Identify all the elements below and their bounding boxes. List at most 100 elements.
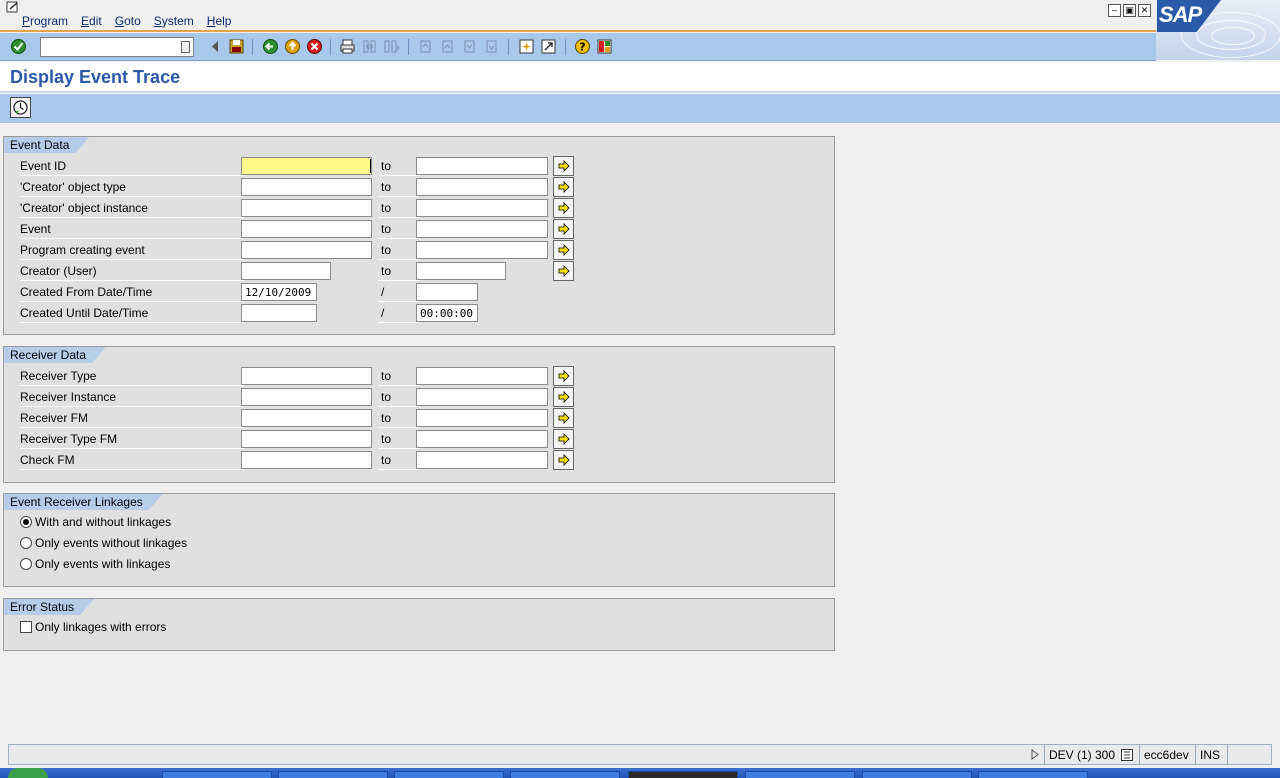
menu-help[interactable]: Help	[207, 14, 232, 28]
taskbar-item[interactable]	[510, 771, 620, 778]
receiver-fm-to-input[interactable]	[416, 409, 548, 427]
sap-logo: SAP	[1156, 0, 1280, 60]
multiple-selection-button[interactable]	[553, 261, 574, 281]
receiver-type-row: Receiver Type to	[20, 366, 580, 386]
created-from-time-input[interactable]	[416, 283, 478, 301]
event-id-from-input[interactable]	[241, 157, 372, 175]
close-icon[interactable]: ✕	[1138, 4, 1151, 17]
multiple-selection-button[interactable]	[553, 177, 574, 197]
create-session-icon[interactable]	[518, 38, 535, 55]
error-status-title: Error Status	[4, 599, 94, 615]
creator-object-type-to-input[interactable]	[416, 178, 548, 196]
receiver-type-to-input[interactable]	[416, 367, 548, 385]
created-until-time-input[interactable]: 00:00:00	[416, 304, 478, 322]
receiver-instance-from-input[interactable]	[241, 388, 372, 406]
last-page-icon[interactable]	[483, 38, 500, 55]
menu-program[interactable]: Program	[22, 14, 68, 28]
only-errors-checkbox[interactable]	[20, 621, 32, 633]
help-icon[interactable]: ?	[574, 38, 591, 55]
check-fm-to-input[interactable]	[416, 451, 548, 469]
arrow-right-icon	[558, 370, 570, 382]
multiple-selection-button[interactable]	[553, 156, 574, 176]
creator-object-type-from-input[interactable]	[241, 178, 372, 196]
radio-label: Only events without linkages	[35, 536, 188, 550]
check-fm-from-input[interactable]	[241, 451, 372, 469]
save-icon[interactable]	[228, 38, 245, 55]
print-icon[interactable]	[339, 38, 356, 55]
menu-goto[interactable]: Goto	[115, 14, 141, 28]
created-until-date-input[interactable]	[241, 304, 317, 322]
taskbar-item[interactable]	[162, 771, 272, 778]
taskbar-item[interactable]	[278, 771, 388, 778]
multiple-selection-button[interactable]	[553, 240, 574, 260]
taskbar-item[interactable]	[862, 771, 972, 778]
exit-icon[interactable]	[284, 38, 301, 55]
radio-button[interactable]	[20, 537, 32, 549]
taskbar-item[interactable]	[978, 771, 1088, 778]
to-label: to	[378, 261, 420, 281]
to-label: to	[378, 198, 420, 218]
creator-object-instance-from-input[interactable]	[241, 199, 372, 217]
taskbar-item-active[interactable]	[628, 771, 738, 778]
next-page-icon[interactable]	[461, 38, 478, 55]
system-menu-icon[interactable]	[6, 1, 20, 13]
receiver-fm-from-input[interactable]	[241, 409, 372, 427]
status-expand-icon[interactable]	[1030, 749, 1040, 760]
collapse-left-icon[interactable]	[207, 38, 224, 55]
event-from-input[interactable]	[241, 220, 372, 238]
receiver-data-group: Receiver Data Receiver Type to Receiver …	[3, 346, 835, 483]
program-creating-event-from-input[interactable]	[241, 241, 372, 259]
command-field[interactable]	[40, 37, 194, 57]
system-list-icon[interactable]	[1121, 749, 1133, 761]
menu-bar: Program Edit Goto System Help – ▣ ✕	[0, 0, 1280, 32]
slash-label: /	[378, 282, 420, 302]
receiver-type-fm-from-input[interactable]	[241, 430, 372, 448]
standard-toolbar: ?	[0, 33, 1156, 61]
execute-clock-icon	[13, 100, 28, 115]
multiple-selection-button[interactable]	[553, 450, 574, 470]
program-creating-event-to-input[interactable]	[416, 241, 548, 259]
back-icon[interactable]	[262, 38, 279, 55]
event-id-to-input[interactable]	[416, 157, 548, 175]
event-id-row: Event ID to	[20, 156, 580, 176]
multiple-selection-button[interactable]	[553, 219, 574, 239]
menu-system[interactable]: System	[154, 14, 194, 28]
enter-checkmark-icon[interactable]	[10, 38, 27, 55]
shortcut-icon[interactable]	[540, 38, 557, 55]
minimize-icon[interactable]: –	[1108, 4, 1121, 17]
to-label: to	[378, 366, 420, 386]
start-button[interactable]	[8, 768, 48, 778]
multiple-selection-button[interactable]	[553, 429, 574, 449]
taskbar-item[interactable]	[394, 771, 504, 778]
creator-object-instance-label: 'Creator' object instance	[20, 198, 244, 218]
first-page-icon[interactable]	[417, 38, 434, 55]
radio-button[interactable]	[20, 516, 32, 528]
multiple-selection-button[interactable]	[553, 387, 574, 407]
event-to-input[interactable]	[416, 220, 548, 238]
find-next-icon[interactable]	[383, 38, 400, 55]
receiver-type-fm-to-input[interactable]	[416, 430, 548, 448]
execute-button[interactable]	[10, 97, 31, 118]
cancel-icon[interactable]	[306, 38, 323, 55]
receiver-type-from-input[interactable]	[241, 367, 372, 385]
creator-user-to-input[interactable]	[416, 262, 506, 280]
created-from-date-input[interactable]: 12/10/2009	[241, 283, 317, 301]
receiver-instance-to-input[interactable]	[416, 388, 548, 406]
command-history-icon[interactable]	[181, 41, 190, 53]
find-icon[interactable]	[361, 38, 378, 55]
error-status-group: Error Status Only linkages with errors	[3, 598, 835, 651]
multiple-selection-button[interactable]	[553, 198, 574, 218]
restore-icon[interactable]: ▣	[1123, 4, 1136, 17]
customize-layout-icon[interactable]	[596, 38, 613, 55]
multiple-selection-button[interactable]	[553, 366, 574, 386]
program-creating-event-row: Program creating event to	[20, 240, 580, 260]
menu-edit[interactable]: Edit	[81, 14, 102, 28]
creator-user-from-input[interactable]	[241, 262, 331, 280]
to-label: to	[378, 450, 420, 470]
previous-page-icon[interactable]	[439, 38, 456, 55]
receiver-fm-label: Receiver FM	[20, 408, 244, 428]
creator-object-instance-to-input[interactable]	[416, 199, 548, 217]
radio-button[interactable]	[20, 558, 32, 570]
taskbar-item[interactable]	[745, 771, 855, 778]
multiple-selection-button[interactable]	[553, 408, 574, 428]
